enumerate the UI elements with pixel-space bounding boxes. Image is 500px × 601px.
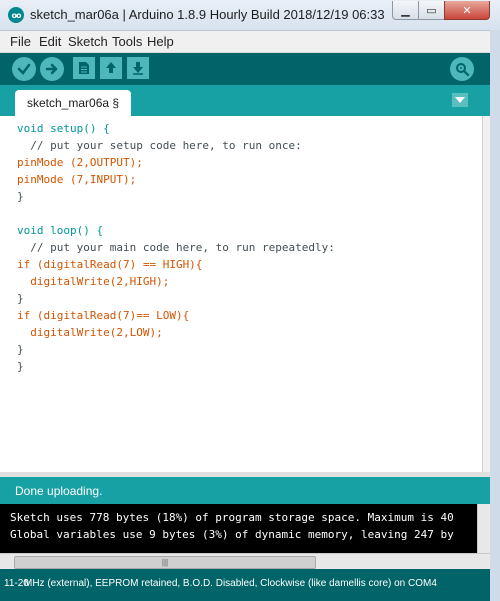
scroll-thumb[interactable]: ||| xyxy=(14,556,316,569)
chevron-down-icon xyxy=(455,97,465,103)
board-info: MHz (external), EEPROM retained, B.O.D. … xyxy=(24,578,437,589)
code-line: } xyxy=(17,292,24,305)
code-line: digitalWrite(2,LOW); xyxy=(17,326,163,339)
maximize-button[interactable]: ▭ xyxy=(418,1,445,20)
menu-edit[interactable]: Edit xyxy=(39,34,61,49)
toolbar xyxy=(0,53,490,85)
board-status-bar: 11-20 MHz (external), EEPROM retained, B… xyxy=(0,569,490,601)
menu-sketch[interactable]: Sketch xyxy=(68,34,108,49)
menu-tools[interactable]: Tools xyxy=(112,34,142,49)
tab-menu-button[interactable] xyxy=(452,93,468,107)
arduino-logo-icon: oo xyxy=(8,7,24,23)
code-line: if (digitalRead(7)== LOW){ xyxy=(17,309,190,322)
menu-bar: File Edit Sketch Tools Help xyxy=(0,31,500,53)
tab-sketch-mar06a[interactable]: sketch_mar06a § xyxy=(15,90,132,116)
code-line: } xyxy=(17,190,24,203)
window-title: sketch_mar06a | Arduino 1.8.9 Hourly Bui… xyxy=(30,7,385,22)
upload-icon xyxy=(45,63,58,75)
console-output[interactable]: Sketch uses 778 bytes (18%) of program s… xyxy=(0,504,477,553)
close-button[interactable]: ✕ xyxy=(444,1,490,20)
menu-file[interactable]: File xyxy=(10,34,31,49)
verify-button[interactable] xyxy=(12,57,36,81)
status-message: Done uploading. xyxy=(15,484,103,498)
code-line: pinMode (7,INPUT); xyxy=(17,173,137,186)
menu-help[interactable]: Help xyxy=(147,34,174,49)
code-line: } xyxy=(17,360,24,373)
code-line: if (digitalRead(7) == HIGH){ xyxy=(17,258,203,271)
code-line: // put your main code here, to run repea… xyxy=(17,241,335,254)
status-bar: Done uploading. xyxy=(0,477,490,504)
upload-button[interactable] xyxy=(40,57,64,81)
code-editor[interactable]: void setup() { // put your setup code he… xyxy=(0,116,482,472)
minimize-button[interactable]: ▁ xyxy=(392,1,419,20)
console-vertical-scrollbar[interactable] xyxy=(477,504,491,553)
serial-monitor-icon xyxy=(456,63,469,76)
window-frame xyxy=(490,30,500,601)
save-icon xyxy=(133,62,143,75)
code-line: void loop() { xyxy=(17,224,104,237)
code-line: digitalWrite(2,HIGH); xyxy=(17,275,170,288)
title-bar: oo sketch_mar06a | Arduino 1.8.9 Hourly … xyxy=(0,0,500,31)
console-line: Global variables use 9 bytes (3%) of dyn… xyxy=(10,528,454,541)
code-line: void setup() { xyxy=(17,122,110,135)
serial-monitor-button[interactable] xyxy=(450,57,474,81)
code-line: pinMode (2,OUTPUT); xyxy=(17,156,143,169)
new-icon xyxy=(79,62,89,74)
verify-icon xyxy=(17,63,31,75)
open-button[interactable] xyxy=(100,57,122,79)
console-line: Sketch uses 778 bytes (18%) of program s… xyxy=(10,511,454,524)
save-button[interactable] xyxy=(127,57,149,79)
open-icon xyxy=(106,62,116,73)
code-line: } xyxy=(17,343,24,356)
tab-strip: sketch_mar06a § xyxy=(0,85,490,116)
console-horizontal-scrollbar[interactable]: ||| xyxy=(0,553,490,570)
code-line: // put your setup code here, to run once… xyxy=(17,139,302,152)
new-button[interactable] xyxy=(73,57,95,79)
